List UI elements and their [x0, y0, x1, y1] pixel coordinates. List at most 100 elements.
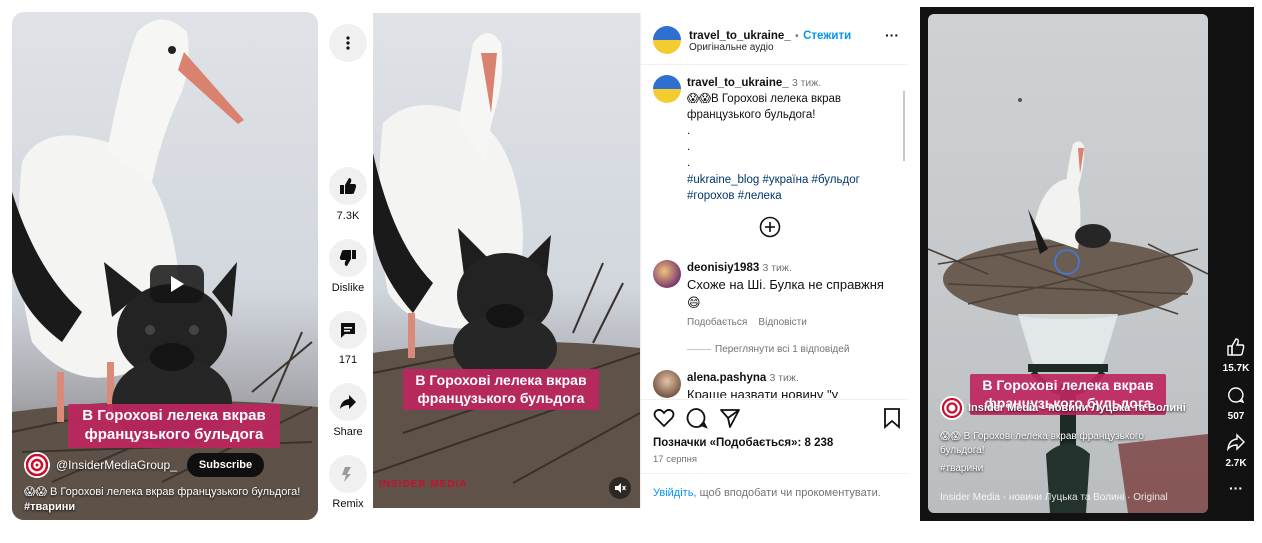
author-username[interactable]: travel_to_ukraine_	[689, 30, 791, 42]
author-avatar[interactable]	[653, 26, 681, 54]
post-date: 17 серпня	[653, 454, 698, 465]
tiktok-comment-button[interactable]: 507	[1222, 386, 1250, 422]
more-options-icon[interactable]: ···	[885, 27, 899, 43]
caption-line-2: французького бульдога	[417, 389, 585, 406]
comment-username[interactable]: deonisiy1983	[687, 262, 759, 274]
post-header: travel_to_ukraine_ • Стежити Оригінальне…	[641, 13, 907, 65]
header-separator: •	[795, 31, 799, 42]
comment-text: Краще назвати новину "у	[687, 387, 839, 398]
audio-label[interactable]: Оригінальне аудіо	[689, 42, 774, 53]
login-link[interactable]: Увійдіть,	[653, 487, 697, 499]
post-age: 3 тиж.	[791, 77, 822, 89]
post-emoji: 😱😱	[687, 93, 711, 106]
divider	[641, 473, 907, 474]
commenter-avatar[interactable]	[653, 260, 681, 288]
tiktok-channel-row: Insider Media - новини Луцька та Волині	[940, 396, 1204, 420]
like-count: 7.3K	[336, 210, 360, 222]
stork-dog-image	[373, 33, 640, 508]
caption-line-2: французького бульдога	[84, 425, 264, 443]
scrollbar-thumb[interactable]	[903, 91, 905, 161]
video-description: 😱😱 В Горохові лелека вкрав французького …	[24, 485, 304, 515]
post-dot-3: .	[687, 157, 691, 170]
thumbs-up-icon	[340, 178, 357, 194]
more-options-icon[interactable]: ···	[1222, 480, 1250, 496]
comment-username[interactable]: alena.pashyna	[687, 372, 766, 384]
share-arrow-icon	[340, 395, 356, 409]
post-dot-1: .	[687, 125, 691, 138]
instagram-reel-video[interactable]: В Горохові лелека вкрав французького бул…	[373, 13, 640, 508]
load-more-comments-button[interactable]	[759, 216, 781, 243]
remix-label: Remix	[332, 498, 364, 510]
comment-age: 3 тиж.	[769, 372, 799, 384]
insider-logo-icon	[942, 398, 962, 418]
description-emoji: 😱😱	[940, 431, 961, 442]
description-emoji: 😱😱	[24, 486, 47, 498]
view-replies-link[interactable]: Переглянути всі 1 відповідей	[715, 344, 849, 355]
tiktok-like-button[interactable]: 15.7K	[1222, 338, 1250, 374]
vertical-dots-icon	[346, 36, 350, 50]
tiktok-share-button[interactable]: 2.7K	[1222, 433, 1250, 469]
share-button[interactable]: Share	[326, 383, 370, 438]
caption-line-1: В Горохові лелека вкрав	[982, 377, 1154, 393]
comment-age: 3 тиж.	[762, 262, 792, 274]
remix-icon	[342, 467, 351, 482]
channel-avatar[interactable]	[940, 396, 964, 420]
comments-button[interactable]: 171	[326, 311, 370, 366]
commenter-avatar[interactable]	[653, 370, 681, 398]
post-caption: travel_to_ukraine_ 3 тиж. 😱😱В Горохові л…	[687, 75, 897, 204]
description-hashtag[interactable]: #тварини	[940, 463, 983, 474]
like-button[interactable]: 7.3K	[326, 167, 370, 222]
thumbs-down-icon	[339, 250, 356, 266]
heart-icon[interactable]	[653, 407, 675, 429]
play-icon	[171, 276, 184, 292]
caption-line-1: В Горохові лелека вкрав	[82, 407, 266, 424]
comment-actions: Подобається Відповісти	[687, 317, 807, 328]
channel-row: @InsiderMediaGroup_ Subscribe	[24, 452, 265, 478]
play-button[interactable]	[150, 265, 204, 303]
post-text: В Горохові лелека вкрав французького бул…	[687, 93, 841, 122]
likes-count[interactable]: Позначки «Подобається»: 8 238	[653, 437, 833, 449]
more-options-button[interactable]	[326, 24, 370, 62]
share-arrow-icon	[1227, 433, 1245, 452]
divider	[641, 399, 907, 400]
comment-icon	[341, 323, 355, 338]
insider-logo-icon	[26, 454, 48, 476]
comment-2: alena.pashyna 3 тиж. Краще назвати новин…	[687, 370, 899, 398]
login-text: щоб вподобати чи прокоментувати.	[699, 487, 881, 499]
replies-divider	[687, 349, 711, 350]
caption-line-1: В Горохові лелека вкрав	[415, 372, 587, 388]
post-hashtags-1[interactable]: #ukraine_blog #україна #бульдог	[687, 174, 860, 186]
mute-button[interactable]	[609, 477, 631, 499]
post-hashtags-2[interactable]: #горохов #лелека	[687, 190, 782, 202]
post-author-avatar[interactable]	[653, 75, 681, 103]
channel-name[interactable]: Insider Media - новини Луцька та Волині	[968, 402, 1186, 414]
insider-media-watermark: INSIDER MEDIA	[379, 479, 468, 490]
like-count: 15.7K	[1222, 363, 1250, 374]
subscribe-button[interactable]: Subscribe	[186, 453, 265, 477]
thumbs-up-outline-icon	[1227, 338, 1245, 356]
sound-ticker[interactable]: Insider Media - новини Луцька та Волині …	[940, 492, 1202, 503]
channel-name[interactable]: @InsiderMediaGroup_	[56, 458, 177, 472]
post-username[interactable]: travel_to_ukraine_	[687, 77, 789, 89]
youtube-short-video[interactable]: В Горохові лелека вкрав французького бул…	[12, 12, 318, 520]
bookmark-icon[interactable]	[883, 407, 901, 429]
description-hashtag[interactable]: #тварини	[24, 501, 75, 513]
instagram-post-panel: travel_to_ukraine_ • Стежити Оригінальне…	[640, 13, 907, 508]
follow-button[interactable]: Стежити	[803, 30, 851, 42]
dislike-button[interactable]: Dislike	[326, 239, 370, 294]
send-icon[interactable]	[719, 407, 741, 429]
comment-text: Схоже на Ші. Булка не справжня 😄	[687, 277, 884, 311]
login-prompt: Увійдіть, щоб вподобати чи прокоментуват…	[653, 487, 881, 499]
tiktok-video[interactable]: В Горохові лелека вкрав французького бул…	[928, 14, 1208, 513]
channel-avatar[interactable]	[24, 452, 50, 478]
comment-count: 507	[1227, 411, 1245, 422]
plus-circle-icon	[759, 216, 781, 238]
comment-bubble-icon[interactable]	[686, 407, 708, 429]
comment-1: deonisiy1983 3 тиж. Схоже на Ші. Булка н…	[687, 260, 887, 312]
comment-reply-link[interactable]: Відповісти	[758, 317, 806, 328]
video-description: 😱😱 В Горохові лелека вкрав французького …	[940, 430, 1190, 457]
comment-like-link[interactable]: Подобається	[687, 317, 747, 328]
remix-button[interactable]: Remix	[326, 455, 370, 510]
share-count: 2.7K	[1225, 458, 1247, 469]
comments-count: 171	[338, 354, 358, 366]
